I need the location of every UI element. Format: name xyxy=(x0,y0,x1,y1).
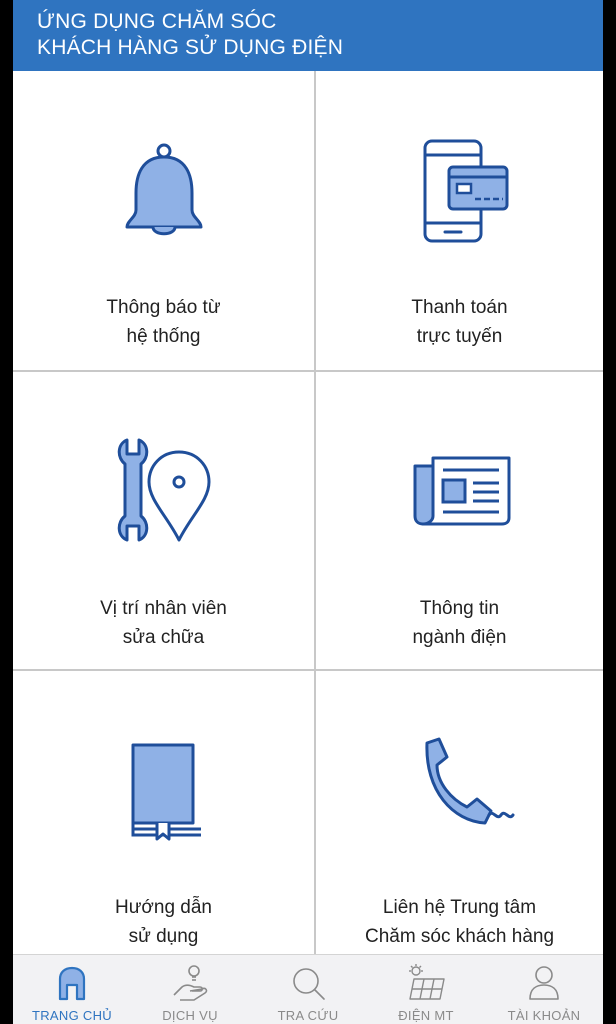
grid-divider xyxy=(13,370,603,372)
tab-label: TÀI KHOẢN xyxy=(507,1008,581,1023)
menu-item-label: Thông tin ngành điện xyxy=(412,598,507,648)
home-icon xyxy=(58,966,86,1001)
menu-item-contact-center[interactable]: Liên hệ Trung tâm Chăm sóc khách hàng xyxy=(316,671,603,954)
phone-icon xyxy=(424,737,514,825)
grid-divider xyxy=(314,71,316,954)
header-title-line2: KHÁCH HÀNG SỬ DỤNG ĐIỆN xyxy=(37,36,344,59)
user-icon xyxy=(529,966,559,1000)
solar-panel-icon xyxy=(409,964,445,1000)
tab-services[interactable]: DỊCH VỤ xyxy=(131,955,249,1024)
tab-label: TRANG CHỦ xyxy=(32,1008,112,1023)
wrench-location-icon xyxy=(117,438,210,542)
menu-item-label: Liên hệ Trung tâm Chăm sóc khách hàng xyxy=(364,897,555,947)
newspaper-icon xyxy=(413,456,510,526)
tab-lookup[interactable]: TRA CỨU xyxy=(249,955,367,1024)
tab-home[interactable]: TRANG CHỦ xyxy=(13,955,131,1024)
book-icon xyxy=(131,743,201,841)
menu-item-industry-news[interactable]: Thông tin ngành điện xyxy=(316,372,603,669)
tab-label: DỊCH VỤ xyxy=(162,1008,218,1023)
bottom-tab-bar: TRANG CHỦ DỊCH VỤ TRA CỨU ĐIỆN MT TÀI KH… xyxy=(13,954,603,1024)
menu-grid: Thông báo từ hệ thống Thanh toán trực tu… xyxy=(13,71,603,954)
app-header: ỨNG DỤNG CHĂM SÓC KHÁCH HÀNG SỬ DỤNG ĐIỆ… xyxy=(13,0,603,71)
app-screen: ỨNG DỤNG CHĂM SÓC KHÁCH HÀNG SỬ DỤNG ĐIỆ… xyxy=(13,0,603,1024)
header-title-line1: ỨNG DỤNG CHĂM SÓC xyxy=(37,10,277,33)
menu-item-user-guide[interactable]: Hướng dẫn sử dụng xyxy=(13,671,314,954)
bell-icon xyxy=(125,143,202,236)
menu-item-notifications[interactable]: Thông báo từ hệ thống xyxy=(13,71,314,370)
menu-item-label: Thông báo từ hệ thống xyxy=(106,297,221,347)
menu-item-label: Thanh toán trực tuyến xyxy=(411,297,508,347)
menu-item-label: Vị trí nhân viên sửa chữa xyxy=(100,598,227,648)
tab-label: ĐIỆN MT xyxy=(398,1008,454,1023)
menu-item-online-payment[interactable]: Thanh toán trực tuyến xyxy=(316,71,603,370)
menu-item-staff-location[interactable]: Vị trí nhân viên sửa chữa xyxy=(13,372,314,669)
tab-account[interactable]: TÀI KHOẢN xyxy=(485,955,603,1024)
menu-item-label: Hướng dẫn sử dụng xyxy=(114,897,212,947)
search-icon xyxy=(293,968,325,1000)
mobile-payment-icon xyxy=(423,139,508,243)
grid-divider xyxy=(13,669,603,671)
tab-label: TRA CỨU xyxy=(277,1008,339,1023)
hand-lightbulb-icon xyxy=(173,965,208,1001)
tab-solar-power[interactable]: ĐIỆN MT xyxy=(367,955,485,1024)
